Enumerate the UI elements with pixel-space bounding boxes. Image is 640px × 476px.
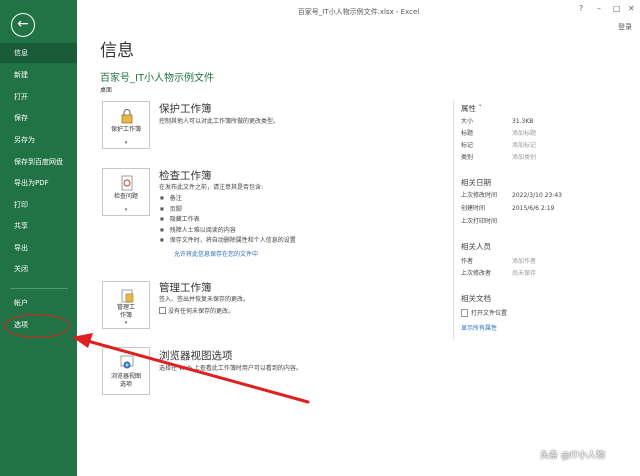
watermark: 头条 @IT小人物 bbox=[540, 451, 606, 461]
annotation-arrow bbox=[72, 333, 310, 404]
